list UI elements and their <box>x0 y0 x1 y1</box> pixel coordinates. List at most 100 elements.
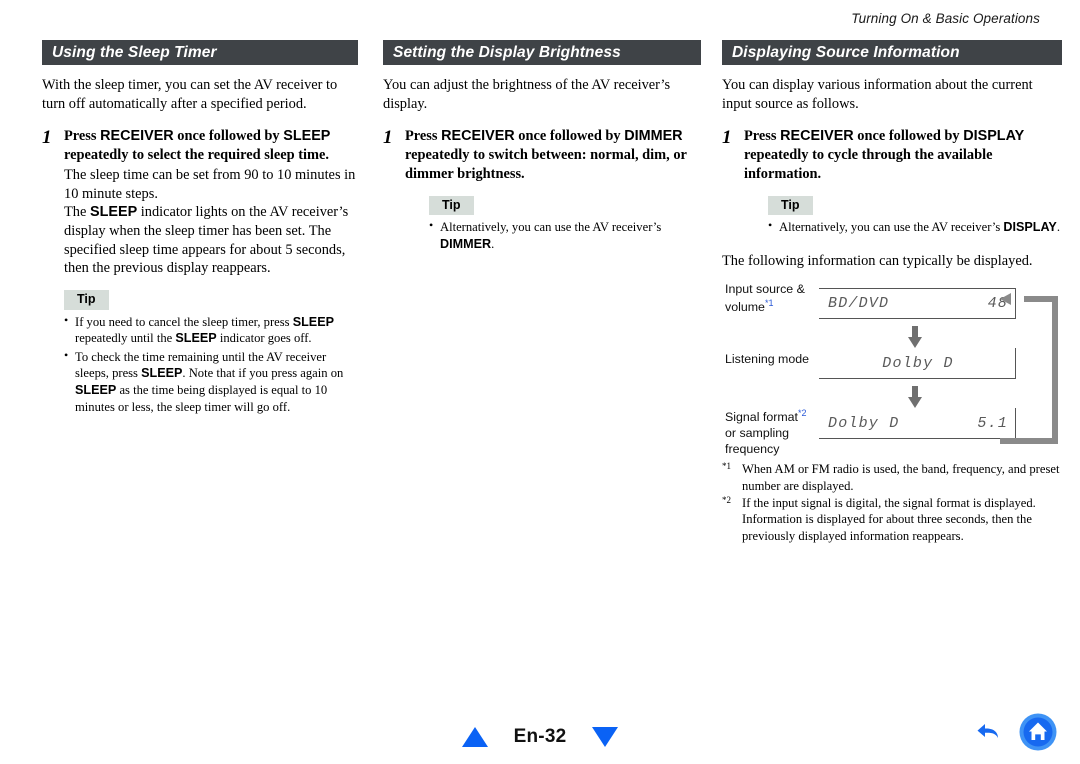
triangle-down-icon[interactable] <box>592 727 619 747</box>
tip-item: Alternatively, you can use the AV receiv… <box>768 218 1062 236</box>
running-header: Turning On & Basic Operations <box>851 11 1040 26</box>
tip-text-a2: repeatedly until the <box>75 331 176 346</box>
tip-list: Alternatively, you can use the AV receiv… <box>768 218 1062 236</box>
tip-badge: Tip <box>429 195 474 215</box>
tip-item: To check the time remaining until the AV… <box>64 348 358 415</box>
step-number: 1 <box>722 127 732 149</box>
flow-label-listening-mode: Listening mode <box>725 352 817 368</box>
step-item: 1 Press RECEIVER once followed by DISPLA… <box>722 127 1062 235</box>
lcd-text-left: Dolby D <box>828 414 900 432</box>
tip-text-a1: If you need to cancel the sleep timer, p… <box>75 314 293 329</box>
home-icon[interactable] <box>1018 712 1058 752</box>
intro-paragraph: You can adjust the brightness of the AV … <box>383 77 671 112</box>
section-title-source-information: Displaying Source Information <box>722 40 1062 65</box>
column-display-brightness: Setting the Display Brightness You can a… <box>383 40 701 252</box>
step-number: 1 <box>383 127 393 149</box>
lcd-panel-signal-format: Dolby D 5.1 <box>819 408 1016 440</box>
flow-label-input-source: Input source & volume*1 <box>725 282 817 316</box>
flow-label-signal-format: Signal format*2 or sampling frequency <box>725 408 817 458</box>
tip-key-dimmer: DIMMER <box>440 236 492 251</box>
step-number: 1 <box>42 127 52 149</box>
tip-list: Alternatively, you can use the AV receiv… <box>429 218 701 252</box>
step-title-p2: once followed by <box>853 128 964 145</box>
tip-text-a2: . <box>491 236 495 251</box>
tip-text-a2: . <box>1056 219 1060 234</box>
step-title-p2: once followed by <box>173 128 284 145</box>
page-navigation: En-32 <box>0 726 1080 748</box>
flow-intro: The following information can typically … <box>722 252 1033 269</box>
step-detail-2: The SLEEP indicator lights on the AV rec… <box>64 203 358 278</box>
footnote-text: When AM or FM radio is used, the band, f… <box>742 462 1060 493</box>
footer-icon-bar <box>972 712 1058 752</box>
column-source-information: Displaying Source Information You can di… <box>722 40 1062 544</box>
step-title-p1: Press <box>64 128 101 145</box>
tip2-key-sleep-2: SLEEP <box>75 383 117 397</box>
step-detail-1: The sleep time can be set from 90 to 10 … <box>64 166 356 202</box>
step-title-p1: Press <box>405 128 442 145</box>
arrow-down-icon <box>908 386 922 409</box>
footnote-key: *2 <box>722 495 742 544</box>
step-item: 1 Press RECEIVER once followed by DIMMER… <box>383 127 701 252</box>
label-line-2: volume <box>725 300 765 315</box>
footnote-key: *1 <box>722 461 742 494</box>
label-line-1: Input source & <box>725 282 805 297</box>
manual-page: Turning On & Basic Operations Using the … <box>0 0 1080 764</box>
step-title-key-sleep: SLEEP <box>283 128 331 145</box>
tip-text-a1: Alternatively, you can use the AV receiv… <box>440 219 662 234</box>
step-title: Press RECEIVER once followed by DIMMER r… <box>405 127 701 183</box>
column-sleep-timer: Using the Sleep Timer With the sleep tim… <box>42 40 358 415</box>
intro-paragraph: With the sleep timer, you can set the AV… <box>42 77 338 112</box>
label-line-1: Listening mode <box>725 352 810 367</box>
tip-badge: Tip <box>64 290 109 310</box>
step-title-key-receiver: RECEIVER <box>780 128 854 145</box>
section-title-sleep-timer: Using the Sleep Timer <box>42 40 358 65</box>
tip-text-a1: Alternatively, you can use the AV receiv… <box>779 219 1004 234</box>
display-cycle-diagram: Input source & volume*1 BD/DVD 48 Listen… <box>722 282 1062 456</box>
footnote-item: *1 When AM or FM radio is used, the band… <box>722 461 1062 494</box>
step-title-p2: once followed by <box>514 128 625 145</box>
step-title-key-receiver: RECEIVER <box>441 128 515 145</box>
lcd-text-left: BD/DVD <box>828 295 890 313</box>
step-title-p3: repeatedly to select the required sleep … <box>64 147 329 164</box>
intro-paragraph: You can display various information abou… <box>722 77 1033 112</box>
back-arrow-icon[interactable] <box>972 715 1006 749</box>
step-title-key-dimmer: DIMMER <box>624 128 683 145</box>
tip-text-a3: indicator goes off. <box>216 331 312 346</box>
step-item: 1 Press RECEIVER once followed by SLEEP … <box>42 127 358 415</box>
step-title-p3: repeatedly to cycle through the availabl… <box>744 147 993 182</box>
step-title-p3: repeatedly to switch between: normal, di… <box>405 147 687 182</box>
footnote-key-text: *1 <box>722 461 731 472</box>
step-title-p1: Press <box>744 128 781 145</box>
tip-badge: Tip <box>768 195 813 215</box>
step-title: Press RECEIVER once followed by SLEEP re… <box>64 127 358 164</box>
lcd-panel-listening-mode: Dolby D <box>819 348 1016 380</box>
tip2-text-a2: . Note that if you press again on <box>182 366 344 381</box>
footnote-key-text: *2 <box>722 495 731 506</box>
tip-list: If you need to cancel the sleep timer, p… <box>64 313 358 416</box>
step-title-key-receiver: RECEIVER <box>100 128 174 145</box>
tip-key-display: DISPLAY <box>1003 219 1057 234</box>
label-line-1: Signal format <box>725 410 799 425</box>
tip-key-sleep-2: SLEEP <box>175 331 217 346</box>
loop-back-arrow-icon <box>1000 293 1058 445</box>
footnote-text: If the input signal is digital, the sign… <box>742 496 1036 543</box>
step-title-key-display: DISPLAY <box>963 128 1025 145</box>
arrow-down-icon <box>908 326 922 349</box>
lcd-text-center: Dolby D <box>882 354 954 372</box>
tip2-key-sleep-1: SLEEP <box>141 366 183 381</box>
footnote-mark-2: *2 <box>798 408 807 419</box>
lcd-panel-input-source: BD/DVD 48 <box>819 288 1016 320</box>
detail-key-sleep: SLEEP <box>89 204 138 221</box>
label-line-3: frequency <box>725 442 780 457</box>
tip-item: If you need to cancel the sleep timer, p… <box>64 313 358 347</box>
section-title-display-brightness: Setting the Display Brightness <box>383 40 701 65</box>
footnote-item: *2 If the input signal is digital, the s… <box>722 495 1062 544</box>
step-title: Press RECEIVER once followed by DISPLAY … <box>744 127 1062 183</box>
detail-a1: The <box>64 204 90 221</box>
footnote-list: *1 When AM or FM radio is used, the band… <box>722 461 1062 544</box>
tip-key-sleep-1: SLEEP <box>292 314 335 329</box>
footnote-mark-1: *1 <box>764 298 774 309</box>
triangle-up-icon[interactable] <box>461 727 488 747</box>
tip-item: Alternatively, you can use the AV receiv… <box>429 218 701 252</box>
page-number: En-32 <box>513 726 567 747</box>
